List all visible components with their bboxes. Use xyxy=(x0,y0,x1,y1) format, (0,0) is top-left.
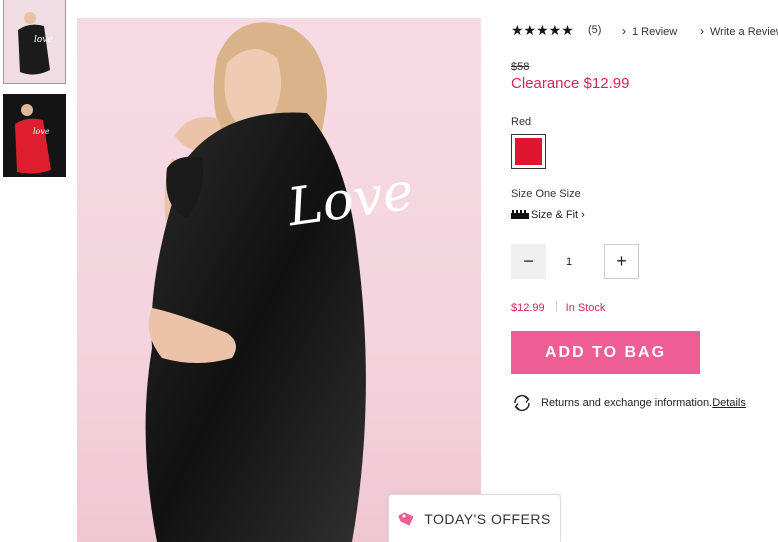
chevron-right-icon: › xyxy=(700,24,704,38)
returns-info: Returns and exchange information. Details xyxy=(511,394,746,412)
reviews-link-label: 1 Review xyxy=(632,26,678,38)
original-price: $58 xyxy=(511,61,530,73)
thumbnail-1[interactable]: love xyxy=(3,0,66,84)
color-label: Red xyxy=(511,116,532,128)
size-fit-label: Size & Fit xyxy=(531,209,579,221)
current-price: $12.99 xyxy=(511,302,545,314)
size-fit-link[interactable]: Size & Fit › xyxy=(511,209,585,221)
color-swatch-red[interactable] xyxy=(511,134,546,169)
exchange-arrows-icon xyxy=(514,394,530,412)
tag-icon xyxy=(398,511,414,526)
swatch-fill xyxy=(515,138,542,165)
rating-stars: ★★★★★ xyxy=(511,22,574,38)
returns-details-link[interactable]: Details xyxy=(712,397,746,409)
svg-text:love: love xyxy=(34,35,53,45)
thumbnail-2[interactable]: love xyxy=(3,94,66,177)
quantity-decrease-button[interactable]: − xyxy=(511,244,546,279)
svg-text:love: love xyxy=(33,127,50,136)
thumbnail-2-image: love xyxy=(3,94,66,177)
size-label: Size One Size xyxy=(511,188,581,200)
thumbnail-1-image: love xyxy=(4,0,65,83)
todays-offers-tab[interactable]: TODAY'S OFFERS xyxy=(388,494,561,542)
plus-icon: + xyxy=(616,251,627,271)
divider xyxy=(555,301,557,312)
chevron-right-icon: › xyxy=(578,209,585,221)
chevron-right-icon: › xyxy=(622,24,626,38)
stock-status: In Stock xyxy=(565,302,606,314)
returns-text: Returns and exchange information. xyxy=(541,397,713,409)
add-to-bag-button[interactable]: ADD TO BAG xyxy=(511,331,700,374)
ruler-icon xyxy=(511,210,529,219)
write-review-label: Write a Review xyxy=(710,26,778,38)
rating-count: (5) xyxy=(588,24,602,36)
write-review-link[interactable]: › Write a Review xyxy=(700,24,778,38)
quantity-increase-button[interactable]: + xyxy=(604,244,639,279)
todays-offers-label: TODAY'S OFFERS xyxy=(424,510,551,527)
product-image: Love xyxy=(77,18,481,542)
price-stock-line: $12.99 In Stock xyxy=(511,301,605,314)
minus-icon: − xyxy=(523,251,534,271)
clearance-price: Clearance $12.99 xyxy=(511,75,630,92)
reviews-link[interactable]: › 1 Review xyxy=(622,24,677,38)
quantity-value[interactable]: 1 xyxy=(566,256,572,268)
